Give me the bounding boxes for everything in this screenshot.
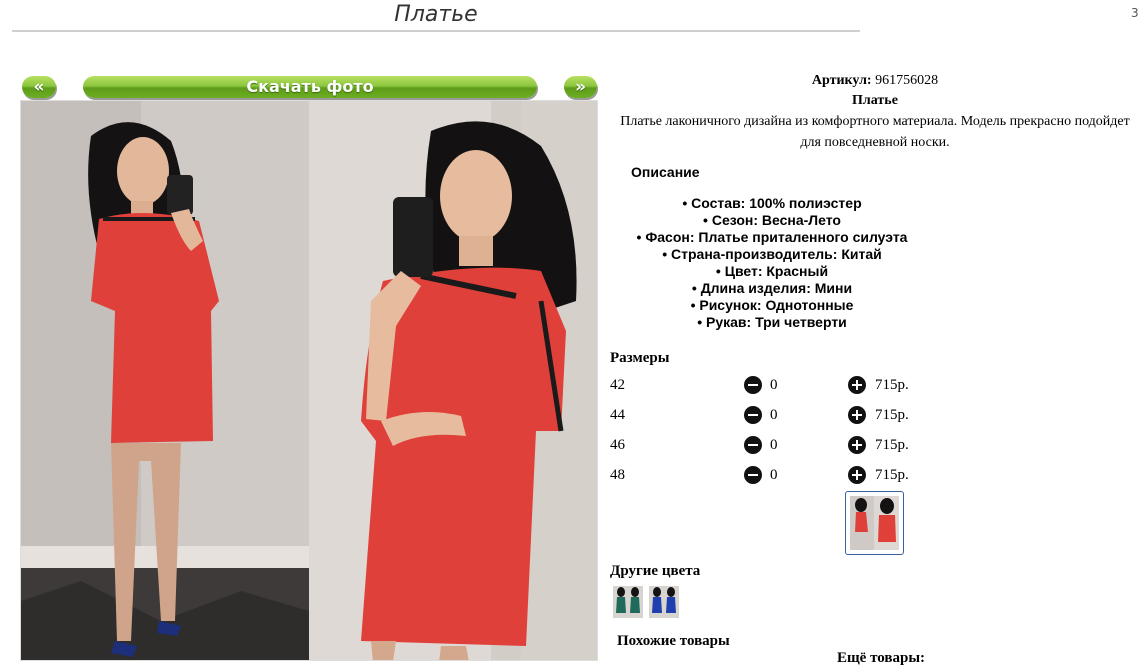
quantity-value: 0 — [770, 437, 778, 453]
product-name: Платье — [852, 93, 898, 108]
description-heading: Описание — [631, 164, 700, 180]
plus-icon[interactable] — [848, 376, 866, 394]
size-row: 44 0 715р. — [610, 403, 930, 427]
corner-mark: 3 — [1131, 6, 1138, 20]
size-row: 46 0 715р. — [610, 433, 930, 457]
quantity-value: 0 — [770, 467, 778, 483]
minus-icon[interactable] — [744, 466, 762, 484]
size-label: 42 — [610, 377, 625, 393]
photo-thumbnail[interactable] — [845, 491, 904, 555]
minus-icon[interactable] — [744, 376, 762, 394]
attribute-list: Состав: 100% полиэстер Сезон: Весна-Лето… — [600, 195, 944, 331]
size-row: 42 0 715р. — [610, 373, 930, 397]
product-sku: Артикул: 961756028 — [610, 71, 1138, 91]
plus-icon[interactable] — [848, 406, 866, 424]
plus-icon[interactable] — [848, 436, 866, 454]
minus-icon[interactable] — [744, 406, 762, 424]
size-label: 44 — [610, 407, 625, 423]
quantity-value: 0 — [770, 377, 778, 393]
sizes-heading: Размеры — [610, 350, 670, 366]
size-price: 715р. — [875, 407, 909, 423]
attribute-item: Страна-производитель: Китай — [600, 246, 944, 263]
attribute-item: Фасон: Платье приталенного силуэта — [600, 229, 944, 246]
prev-photo-button[interactable]: « — [22, 76, 56, 98]
attribute-item: Состав: 100% полиэстер — [600, 195, 944, 212]
attribute-item: Сезон: Весна-Лето — [600, 212, 944, 229]
size-price: 715р. — [875, 467, 909, 483]
size-label: 46 — [610, 437, 625, 453]
color-variant-thumbnail[interactable] — [613, 586, 643, 618]
size-row: 48 0 715р. — [610, 463, 930, 487]
other-colors-heading: Другие цвета — [610, 563, 701, 579]
next-photo-button[interactable]: » — [564, 76, 597, 98]
size-price: 715р. — [875, 437, 909, 453]
similar-products-heading: Похожие товары — [617, 633, 730, 649]
product-photo — [20, 100, 598, 661]
minus-icon[interactable] — [744, 436, 762, 454]
attribute-item: Рукав: Три четверти — [600, 314, 944, 331]
color-variant-thumbnail[interactable] — [649, 586, 679, 618]
more-products-heading: Ещё товары: — [837, 650, 926, 666]
size-price: 715р. — [875, 377, 909, 393]
plus-icon[interactable] — [848, 466, 866, 484]
attribute-item: Рисунок: Однотонные — [600, 297, 944, 314]
size-label: 48 — [610, 467, 625, 483]
attribute-item: Цвет: Красный — [600, 263, 944, 280]
sku-value: 961756028 — [875, 73, 939, 88]
product-description: Платье лаконичного дизайна из комфортног… — [620, 114, 1130, 150]
attribute-item: Длина изделия: Мини — [600, 280, 944, 297]
quantity-value: 0 — [770, 407, 778, 423]
download-photo-button[interactable]: Скачать фото — [83, 76, 537, 98]
page-title: Платье — [12, 0, 860, 32]
sku-label: Артикул: — [811, 73, 872, 88]
